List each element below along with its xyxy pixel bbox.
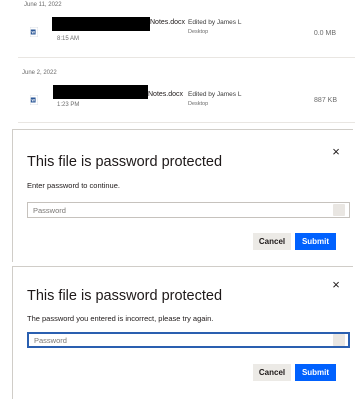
device-label: Desktop [188, 29, 209, 35]
error-message: The password you entered is incorrect, p… [27, 314, 214, 323]
password-input[interactable] [27, 332, 350, 348]
svg-text:W: W [31, 99, 35, 103]
dialog-message: Enter password to continue. [27, 181, 120, 190]
password-manager-icon[interactable] [333, 204, 345, 216]
submit-button[interactable]: Submit [295, 364, 336, 381]
dialog-title: This file is password protected [27, 154, 223, 170]
word-doc-icon: W [30, 27, 38, 37]
password-input[interactable] [27, 202, 350, 218]
edited-by: Edited by James L [188, 19, 242, 26]
file-name[interactable]: Notes.docx [148, 91, 183, 98]
file-size: 0.0 MB [313, 30, 336, 37]
close-icon[interactable]: × [330, 145, 342, 158]
close-icon[interactable]: × [330, 278, 342, 291]
dialog-title: This file is password protected [27, 288, 223, 304]
redacted-filename [53, 85, 148, 99]
file-size: 887 KB [314, 97, 337, 104]
file-time: 8:15 AM [57, 36, 80, 42]
file-name[interactable]: Notes.docx [150, 19, 185, 26]
date-heading: June 2, 2022 [22, 70, 57, 76]
edited-by: Edited by James L [188, 91, 242, 98]
file-time: 1:23 PM [57, 102, 80, 108]
cancel-button[interactable]: Cancel [253, 364, 291, 381]
row-divider [18, 122, 355, 123]
word-doc-icon: W [30, 95, 38, 105]
password-dialog: × This file is password protected Enter … [12, 129, 353, 262]
password-manager-icon[interactable] [333, 334, 345, 346]
password-dialog-error: × This file is password protected The pa… [12, 266, 353, 399]
svg-text:W: W [31, 31, 35, 35]
device-label: Desktop [188, 101, 209, 107]
row-divider [18, 57, 355, 58]
date-heading: June 11, 2022 [24, 2, 62, 8]
submit-button[interactable]: Submit [295, 233, 336, 250]
cancel-button[interactable]: Cancel [253, 233, 291, 250]
redacted-filename [52, 17, 150, 31]
